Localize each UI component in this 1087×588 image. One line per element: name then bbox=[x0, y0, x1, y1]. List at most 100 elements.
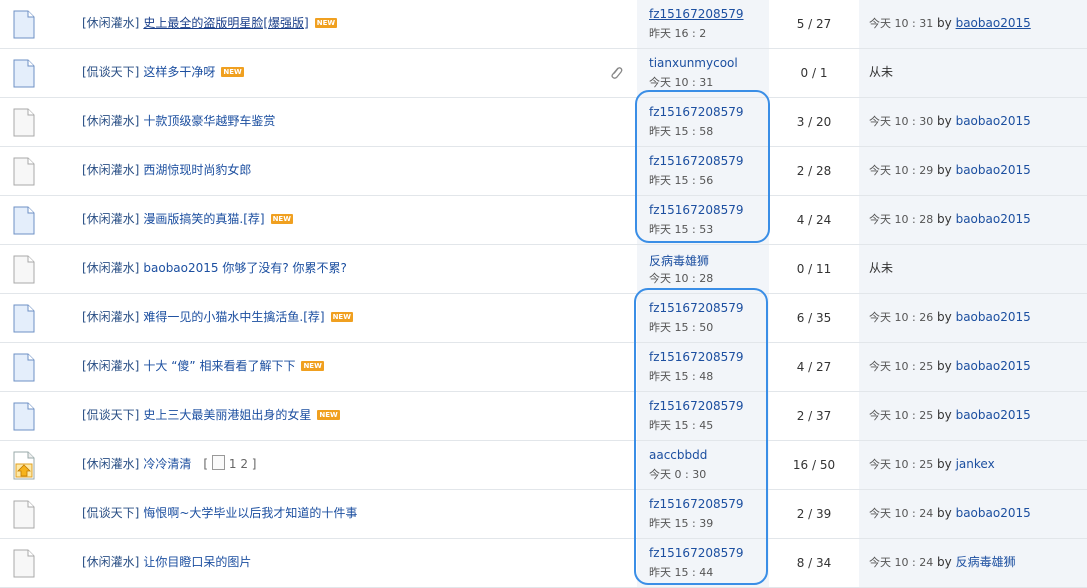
last-post-user-link[interactable]: baobao2015 bbox=[956, 408, 1031, 422]
post-date: 今天 10 : 31 bbox=[649, 76, 714, 89]
table-row: [休闲灌水] baobao2015 你够了没有? 你累不累? 反病毒雄狮今天 10 … bbox=[0, 245, 1087, 294]
thread-title-link[interactable]: baobao2015 你够了没有? 你累不累? bbox=[143, 261, 347, 275]
last-post-by: by bbox=[937, 408, 952, 422]
thread-title-link[interactable]: 西湖惊现时尚豹女郎 bbox=[143, 163, 251, 177]
last-post-time: 今天 10 : 28 bbox=[869, 213, 934, 226]
thread-page-links[interactable]: 1 2 ] bbox=[229, 457, 257, 471]
multipage-icon bbox=[211, 455, 225, 470]
last-post-user-link[interactable]: baobao2015 bbox=[956, 163, 1031, 177]
post-date: 今天 10 : 28 bbox=[649, 272, 714, 285]
table-row: [侃谈天下] 史上三大最美丽港姐出身的女星 NEW fz15167208579 昨天 1… bbox=[0, 392, 1087, 441]
post-date: 昨天 15 : 53 bbox=[649, 223, 714, 236]
last-post-time: 今天 10 : 25 bbox=[869, 458, 934, 471]
thread-title-link[interactable]: 难得一见的小猫水中生擒活鱼.[荐] bbox=[143, 310, 324, 324]
reply-view-count: 4 / 24 bbox=[796, 213, 832, 227]
doc-gray-icon bbox=[12, 500, 36, 529]
last-post-by: by bbox=[937, 359, 952, 373]
author-cell: fz15167208579 昨天 15 : 44 bbox=[637, 539, 769, 587]
author-link[interactable]: 反病毒雄狮 bbox=[649, 252, 709, 269]
author-link[interactable]: fz15167208579 bbox=[649, 546, 744, 560]
author-cell: tianxunmycool 今天 10 : 31 bbox=[637, 49, 769, 97]
thread-forum-tag[interactable]: [休闲灌水] bbox=[82, 555, 139, 569]
author-link[interactable]: fz15167208579 bbox=[649, 399, 744, 413]
thread-title-link[interactable]: 史上三大最美丽港姐出身的女星 bbox=[143, 408, 311, 422]
reply-view-count: 8 / 34 bbox=[796, 556, 832, 570]
thread-title-link[interactable]: 十款顶级豪华越野车鉴赏 bbox=[143, 114, 275, 128]
reply-view-count: 2 / 37 bbox=[796, 409, 832, 423]
new-badge-icon: NEW bbox=[330, 312, 353, 322]
last-post-time: 今天 10 : 25 bbox=[869, 409, 934, 422]
author-cell: fz15167208579 昨天 16 : 2 bbox=[637, 0, 769, 48]
post-date: 昨天 15 : 39 bbox=[649, 517, 714, 530]
thread-forum-tag[interactable]: [侃谈天下] bbox=[82, 408, 139, 422]
author-link[interactable]: aaccbbdd bbox=[649, 448, 707, 462]
thread-title-cell: [侃谈天下] 史上三大最美丽港姐出身的女星 NEW bbox=[82, 392, 340, 440]
last-post-cell: 今天 10 : 25 by baobao2015 bbox=[859, 343, 1087, 391]
thread-forum-tag[interactable]: [休闲灌水] bbox=[82, 212, 139, 226]
thread-title-link[interactable]: 漫画版搞笑的真猫.[荐] bbox=[143, 212, 264, 226]
new-badge-icon: NEW bbox=[314, 18, 338, 28]
thread-forum-tag[interactable]: [休闲灌水] bbox=[82, 163, 139, 177]
doc-blue-icon bbox=[12, 59, 36, 88]
thread-forum-tag[interactable]: [休闲灌水] bbox=[82, 261, 139, 275]
thread-title-link[interactable]: 史上最全的盗版明星脸[爆强版] bbox=[143, 16, 308, 30]
thread-title-link[interactable]: 让你目瞪口呆的图片 bbox=[143, 555, 251, 569]
last-post-user-link[interactable]: 反病毒雄狮 bbox=[956, 555, 1016, 569]
reply-view-count: 0 / 1 bbox=[800, 66, 828, 80]
last-post-time: 从未 bbox=[869, 65, 894, 79]
author-link[interactable]: fz15167208579 bbox=[649, 301, 744, 315]
last-post-user-link[interactable]: baobao2015 bbox=[956, 310, 1031, 324]
last-post-user-link[interactable]: baobao2015 bbox=[956, 506, 1031, 520]
last-post-time: 今天 10 : 25 bbox=[869, 360, 934, 373]
last-post-user-link[interactable]: baobao2015 bbox=[956, 114, 1031, 128]
author-link[interactable]: fz15167208579 bbox=[649, 7, 744, 21]
author-link[interactable]: tianxunmycool bbox=[649, 56, 738, 70]
new-badge-icon: NEW bbox=[317, 410, 340, 420]
last-post-user-link[interactable]: baobao2015 bbox=[956, 359, 1031, 373]
author-cell: fz15167208579 昨天 15 : 48 bbox=[637, 343, 769, 391]
thread-forum-tag[interactable]: [侃谈天下] bbox=[82, 506, 139, 520]
hot-thread-icon bbox=[12, 451, 36, 480]
last-post-cell: 今天 10 : 25 by baobao2015 bbox=[859, 392, 1087, 440]
author-link[interactable]: fz15167208579 bbox=[649, 203, 744, 217]
author-link[interactable]: fz15167208579 bbox=[649, 350, 744, 364]
post-date: 昨天 15 : 56 bbox=[649, 174, 714, 187]
last-post-by: by bbox=[937, 114, 952, 128]
reply-view-count: 16 / 50 bbox=[792, 458, 836, 472]
last-post-by: by bbox=[937, 457, 952, 471]
author-link[interactable]: fz15167208579 bbox=[649, 497, 744, 511]
thread-forum-tag[interactable]: [侃谈天下] bbox=[82, 65, 139, 79]
post-date: 昨天 16 : 2 bbox=[649, 27, 707, 40]
thread-forum-tag[interactable]: [休闲灌水] bbox=[82, 114, 139, 128]
last-post-time: 从未 bbox=[869, 261, 894, 275]
doc-blue-icon bbox=[12, 304, 36, 333]
last-post-by: by bbox=[937, 16, 952, 30]
thread-forum-tag[interactable]: [休闲灌水] bbox=[82, 457, 139, 471]
author-link[interactable]: fz15167208579 bbox=[649, 105, 744, 119]
last-post-user-link[interactable]: jankex bbox=[956, 457, 995, 471]
thread-forum-tag[interactable]: [休闲灌水] bbox=[82, 16, 139, 30]
thread-forum-tag[interactable]: [休闲灌水] bbox=[82, 359, 139, 373]
doc-blue-icon bbox=[12, 353, 36, 382]
reply-view-count: 2 / 39 bbox=[796, 507, 832, 521]
thread-title-link[interactable]: 这样多干净呀 bbox=[143, 65, 215, 79]
doc-blue-icon bbox=[12, 206, 36, 235]
last-post-cell: 今天 10 : 29 by baobao2015 bbox=[859, 147, 1087, 195]
post-date: 昨天 15 : 45 bbox=[649, 419, 714, 432]
thread-title-link[interactable]: 冷冷清清 bbox=[143, 457, 191, 471]
new-badge-icon: NEW bbox=[221, 67, 244, 77]
post-date: 昨天 15 : 50 bbox=[649, 321, 714, 334]
last-post-time: 今天 10 : 29 bbox=[869, 164, 934, 177]
post-date: 昨天 15 : 58 bbox=[649, 125, 714, 138]
author-cell: fz15167208579 昨天 15 : 39 bbox=[637, 490, 769, 538]
post-date: 今天 0 : 30 bbox=[649, 468, 707, 481]
thread-title-link[interactable]: 悔恨啊~大学毕业以后我才知道的十件事 bbox=[143, 506, 357, 520]
table-row: [休闲灌水] 十大 “傻” 相来看看了解下下 NEW fz15167208579 昨天 … bbox=[0, 343, 1087, 392]
author-link[interactable]: fz15167208579 bbox=[649, 154, 744, 168]
last-post-cell: 今天 10 : 26 by baobao2015 bbox=[859, 294, 1087, 342]
last-post-by: by bbox=[937, 212, 952, 226]
thread-forum-tag[interactable]: [休闲灌水] bbox=[82, 310, 139, 324]
last-post-user-link[interactable]: baobao2015 bbox=[956, 212, 1031, 226]
last-post-user-link[interactable]: baobao2015 bbox=[956, 16, 1031, 30]
thread-title-link[interactable]: 十大 “傻” 相来看看了解下下 bbox=[143, 359, 295, 373]
